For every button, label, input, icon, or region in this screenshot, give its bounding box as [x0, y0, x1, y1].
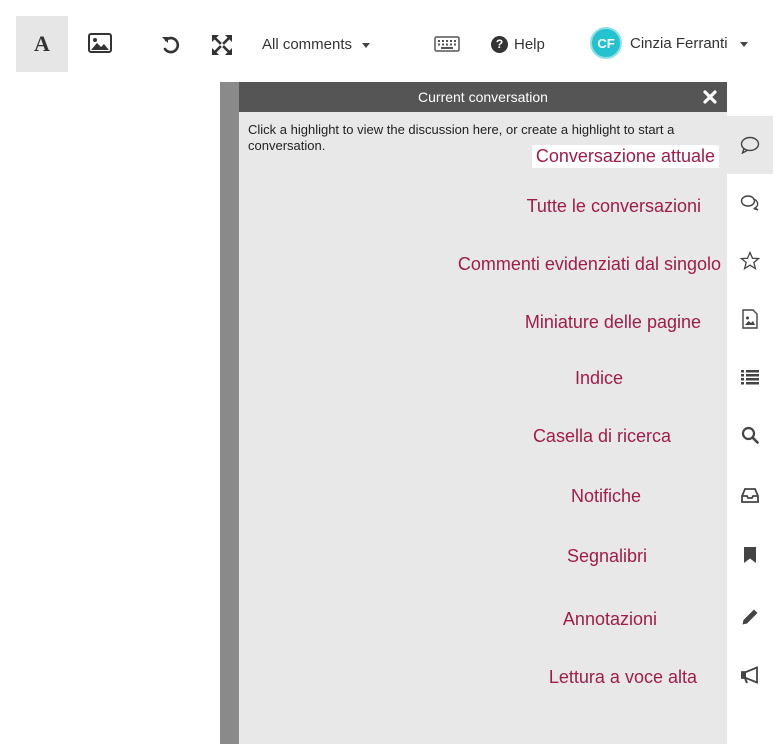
callout-index: Indice: [574, 368, 623, 388]
list-icon: [741, 369, 759, 385]
rail-notifications[interactable]: [727, 466, 773, 524]
callout-current-conversation: Conversazione attuale: [531, 145, 719, 168]
inbox-icon: [741, 487, 759, 503]
caret-down-icon: [739, 41, 748, 47]
page-thumbnail-icon: [742, 309, 758, 329]
expand-icon: [211, 34, 233, 56]
close-panel-button[interactable]: [701, 88, 719, 106]
comment-bubble-icon: [740, 136, 760, 154]
comments-filter-dropdown[interactable]: All comments: [262, 32, 371, 56]
help-label: Help: [514, 35, 545, 53]
keyboard-icon: [434, 36, 460, 52]
help-button[interactable]: ? Help: [491, 32, 545, 56]
comments-icon: [740, 194, 760, 212]
comments-filter-label: All comments: [262, 35, 353, 53]
callout-read-aloud: Lettura a voce alta: [548, 667, 697, 687]
rail-read-aloud[interactable]: [727, 646, 773, 704]
rail-search-box[interactable]: [727, 406, 773, 464]
star-icon: [740, 251, 760, 271]
callout-search-box: Casella di ricerca: [532, 426, 671, 446]
bookmark-icon: [743, 546, 757, 564]
fullscreen-button[interactable]: [205, 30, 239, 60]
caret-down-icon: [362, 42, 371, 48]
rail-current-conversation[interactable]: [727, 116, 773, 174]
top-toolbar: A All comments ? Help CF Cinzia Ferranti: [0, 0, 773, 72]
rail-annotations[interactable]: [727, 588, 773, 646]
rail-all-conversations[interactable]: [727, 174, 773, 232]
close-icon: [703, 90, 717, 104]
sidebar-icon-rail: [727, 112, 773, 744]
panel-title: Current conversation: [418, 89, 548, 105]
callout-notifications: Notifiche: [570, 486, 641, 506]
text-mode-glyph: A: [34, 31, 50, 56]
megaphone-icon: [740, 666, 760, 684]
image-mode-button[interactable]: [84, 30, 116, 56]
callout-all-conversations: Tutte le conversazioni: [526, 196, 701, 216]
panel-resize-handle[interactable]: [220, 82, 239, 744]
user-name: Cinzia Ferranti: [630, 34, 728, 52]
undo-icon: [160, 34, 182, 56]
conversation-panel: Click a highlight to view the discussion…: [239, 112, 727, 744]
rail-page-thumbnails[interactable]: [727, 290, 773, 348]
text-mode-button[interactable]: A: [16, 16, 68, 72]
avatar: CF: [590, 27, 622, 59]
callout-bookmarks: Segnalibri: [566, 546, 647, 566]
image-icon: [88, 33, 112, 53]
help-circle-icon: ?: [491, 35, 508, 53]
rail-highlighted-comments[interactable]: [727, 232, 773, 290]
pencil-icon: [741, 608, 759, 626]
undo-button[interactable]: [156, 30, 186, 60]
keyboard-shortcuts-button[interactable]: [432, 34, 462, 54]
rail-bookmarks[interactable]: [727, 526, 773, 584]
panel-header: Current conversation: [239, 82, 727, 112]
search-icon: [741, 426, 759, 444]
callout-highlighted-comments: Commenti evidenziati dal singolo: [457, 254, 721, 274]
callout-page-thumbnails: Miniature delle pagine: [524, 312, 701, 332]
rail-index[interactable]: [727, 348, 773, 406]
callout-annotations: Annotazioni: [562, 609, 657, 629]
user-menu[interactable]: CF Cinzia Ferranti: [590, 25, 748, 61]
